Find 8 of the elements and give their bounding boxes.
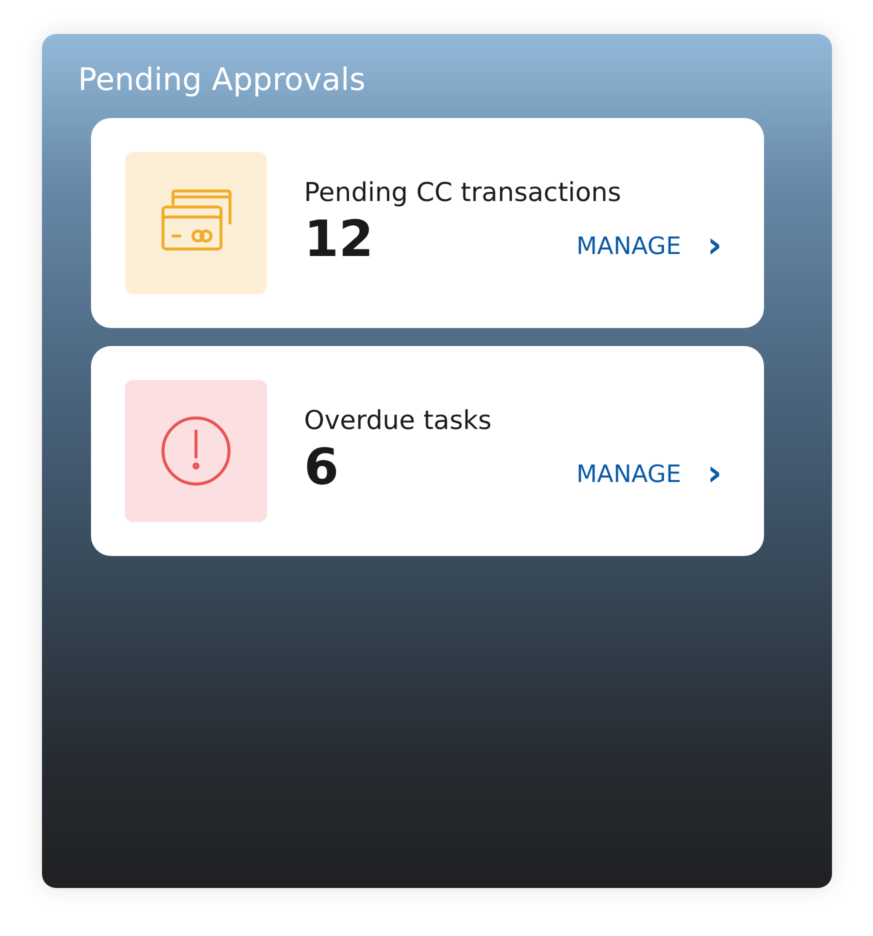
count-value: 6 xyxy=(304,436,339,497)
card-label: Pending CC transactions xyxy=(304,178,622,209)
panel-title: Pending Approvals xyxy=(78,61,366,100)
card-label: Overdue tasks xyxy=(304,406,493,437)
alert-icon xyxy=(160,415,232,488)
count-value: 12 xyxy=(304,208,374,269)
manage-link[interactable]: MANAGE › xyxy=(576,456,722,492)
manage-link[interactable]: MANAGE › xyxy=(576,228,722,264)
